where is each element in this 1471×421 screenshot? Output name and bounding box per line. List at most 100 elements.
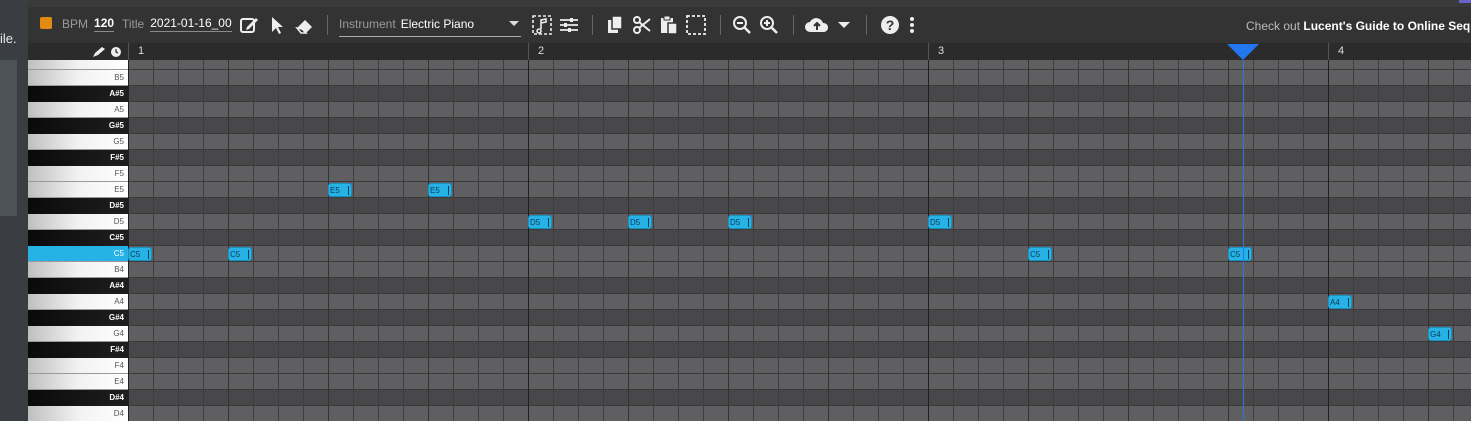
grid-row[interactable] xyxy=(128,294,1471,310)
more-vertical-icon[interactable] xyxy=(906,14,918,36)
note-block[interactable]: C5 xyxy=(1228,247,1252,261)
grid-row[interactable] xyxy=(128,310,1471,326)
copy-icon[interactable] xyxy=(604,14,626,36)
grid-row[interactable] xyxy=(128,406,1471,421)
grid-row[interactable] xyxy=(128,358,1471,374)
grid-row[interactable] xyxy=(128,390,1471,406)
grid-row[interactable] xyxy=(128,118,1471,134)
grid-row[interactable] xyxy=(128,374,1471,390)
grid-column-line xyxy=(1128,60,1129,421)
note-resize-handle[interactable] xyxy=(548,218,549,227)
piano-key[interactable]: D4 xyxy=(28,406,128,421)
title-control[interactable]: Title 2021-01-16_00 xyxy=(122,13,232,35)
piano-key[interactable]: F#5 xyxy=(28,150,128,166)
note-block[interactable]: D5 xyxy=(628,215,652,229)
piano-key[interactable]: F5 xyxy=(28,166,128,182)
piano-key[interactable]: B5 xyxy=(28,70,128,86)
select-box-icon[interactable] xyxy=(685,14,707,36)
note-resize-handle[interactable] xyxy=(948,218,949,227)
grid-row[interactable] xyxy=(128,326,1471,342)
piano-key[interactable]: B4 xyxy=(28,262,128,278)
note-resize-handle[interactable] xyxy=(348,186,349,195)
playhead-marker[interactable] xyxy=(1227,44,1259,60)
promo-guide-link[interactable]: Lucent's Guide to Online Sequenc xyxy=(1303,19,1471,33)
grid-row[interactable] xyxy=(128,102,1471,118)
instrument-select[interactable]: Instrument Electric Piano xyxy=(339,13,521,37)
grid-row[interactable] xyxy=(128,230,1471,246)
grid-row[interactable] xyxy=(128,86,1471,102)
grid-row[interactable] xyxy=(128,246,1471,262)
piano-key[interactable]: G#4 xyxy=(28,310,128,326)
note-block[interactable]: A4 xyxy=(1328,295,1352,309)
zoom-out-icon[interactable] xyxy=(731,14,753,36)
settings-sliders-icon[interactable] xyxy=(558,14,580,36)
grid-row[interactable] xyxy=(128,262,1471,278)
piano-key[interactable]: G4 xyxy=(28,326,128,342)
bar-tick xyxy=(1328,43,1329,60)
piano-key[interactable]: A4 xyxy=(28,294,128,310)
note-block[interactable]: D5 xyxy=(728,215,752,229)
note-block[interactable]: C5 xyxy=(228,247,252,261)
note-resize-handle[interactable] xyxy=(448,186,449,195)
piano-key[interactable]: G#5 xyxy=(28,118,128,134)
piano-key[interactable]: A5 xyxy=(28,102,128,118)
piano-key[interactable]: A#4 xyxy=(28,278,128,294)
grid-row-divider xyxy=(128,117,1471,118)
piano-key[interactable]: F#4 xyxy=(28,342,128,358)
piano-key[interactable]: D#4 xyxy=(28,390,128,406)
note-block[interactable]: D5 xyxy=(528,215,552,229)
piano-key[interactable]: C5 xyxy=(28,246,128,262)
pointer-select-icon[interactable] xyxy=(266,14,288,36)
note-block[interactable]: C5 xyxy=(128,247,152,261)
note-resize-handle[interactable] xyxy=(648,218,649,227)
note-block[interactable]: C5 xyxy=(1028,247,1052,261)
grid-row[interactable] xyxy=(128,134,1471,150)
chevron-down-icon[interactable] xyxy=(509,21,519,26)
pencil-edit-icon[interactable] xyxy=(238,14,260,36)
svg-text:?: ? xyxy=(886,17,895,33)
note-resize-handle[interactable] xyxy=(1248,250,1249,259)
piano-key[interactable]: D#5 xyxy=(28,198,128,214)
note-resize-handle[interactable] xyxy=(248,250,249,259)
note-resize-handle[interactable] xyxy=(1348,298,1349,307)
upload-menu-chevron-icon[interactable] xyxy=(838,22,850,28)
bpm-control[interactable]: BPM 120 xyxy=(62,13,115,35)
zoom-in-icon[interactable] xyxy=(758,14,780,36)
record-indicator[interactable] xyxy=(40,17,52,29)
grid-column-line xyxy=(753,60,754,421)
timeline-ruler[interactable]: 1 2 3 4 xyxy=(128,43,1471,60)
note-block[interactable]: E5 xyxy=(428,183,452,197)
note-resize-handle[interactable] xyxy=(748,218,749,227)
piano-key[interactable]: A#5 xyxy=(28,86,128,102)
paste-icon[interactable] xyxy=(658,14,680,36)
grid-row[interactable] xyxy=(128,150,1471,166)
note-grid[interactable]: C5 C5 E5 E5 D5 D5 D5 D5 C5 C5 A4 G4 xyxy=(128,60,1471,421)
note-resize-handle[interactable] xyxy=(1448,330,1449,339)
piano-key[interactable]: C#5 xyxy=(28,230,128,246)
piano-key[interactable]: E4 xyxy=(28,374,128,390)
grid-row[interactable] xyxy=(128,214,1471,230)
eraser-icon[interactable] xyxy=(293,14,315,36)
bpm-input[interactable]: 120 xyxy=(94,16,115,32)
cut-scissors-icon[interactable] xyxy=(631,14,653,36)
title-input[interactable]: 2021-01-16_00 xyxy=(150,16,232,32)
piano-key[interactable] xyxy=(28,60,128,70)
note-block[interactable]: G4 xyxy=(1428,327,1452,341)
grid-row[interactable] xyxy=(128,198,1471,214)
note-resize-handle[interactable] xyxy=(1048,250,1049,259)
grid-row[interactable] xyxy=(128,166,1471,182)
quantize-icon[interactable] xyxy=(531,14,553,36)
note-label: D5 xyxy=(530,218,541,227)
grid-row[interactable] xyxy=(128,342,1471,358)
piano-key[interactable]: E5 xyxy=(28,182,128,198)
note-block[interactable]: D5 xyxy=(928,215,952,229)
note-resize-handle[interactable] xyxy=(148,250,149,259)
cloud-upload-icon[interactable] xyxy=(804,14,830,36)
piano-key[interactable]: D5 xyxy=(28,214,128,230)
grid-row[interactable] xyxy=(128,70,1471,86)
help-icon[interactable]: ? xyxy=(879,14,901,36)
grid-row[interactable] xyxy=(128,278,1471,294)
piano-key[interactable]: F4 xyxy=(28,358,128,374)
piano-key[interactable]: G5 xyxy=(28,134,128,150)
note-block[interactable]: E5 xyxy=(328,183,352,197)
